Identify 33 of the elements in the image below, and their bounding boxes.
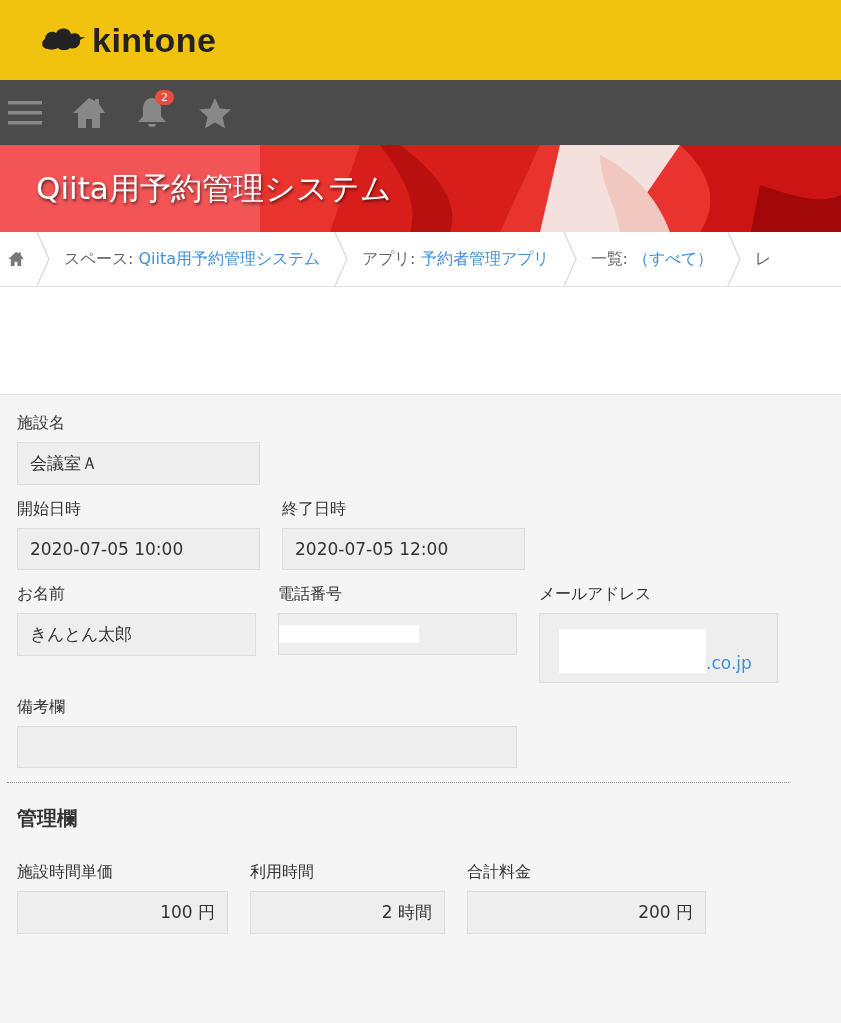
field-value: 会議室Ａ [17,442,260,485]
notification-badge: 2 [155,89,174,105]
field-label: メールアドレス [539,584,652,605]
breadcrumb-label: 一覧: [590,248,629,270]
field-label: 合計料金 [467,862,532,883]
field-label: 施設時間単価 [17,862,114,883]
field-value: 2 時間 [250,891,445,934]
section-title: 管理欄 [17,805,78,832]
star-icon[interactable] [198,96,232,129]
breadcrumb-link[interactable]: Qiita用予約管理システム [138,248,321,270]
field-label: 施設名 [17,413,66,434]
logo-text: kintone [92,20,217,60]
field-label: お名前 [17,584,66,605]
field-value: きんとん太郎 [17,613,256,656]
home-icon[interactable] [8,251,24,267]
field-value: 200 円 [467,891,706,934]
field-value: 2020-07-05 12:00 [282,528,525,570]
field-label: 利用時間 [250,862,315,883]
field-value: 100 円 [17,891,228,934]
breadcrumb-label: スペース: [64,248,135,270]
breadcrumb-link[interactable]: （すべて） [633,248,713,270]
field-label: 終了日時 [282,499,347,520]
home-icon[interactable] [72,96,106,129]
breadcrumb-link[interactable]: 予約者管理アプリ [420,248,549,270]
field-label: 備考欄 [17,697,66,718]
email-link[interactable]: .co.jp [706,653,752,673]
field-value: 2020-07-05 10:00 [17,528,260,570]
breadcrumb-label: レ [755,248,771,270]
field-label: 電話番号 [278,584,343,605]
space-title: Qiita用予約管理システム [36,168,392,208]
bell-icon[interactable] [136,95,168,130]
field-label: 開始日時 [17,499,82,520]
breadcrumb-label: アプリ: [362,248,417,270]
